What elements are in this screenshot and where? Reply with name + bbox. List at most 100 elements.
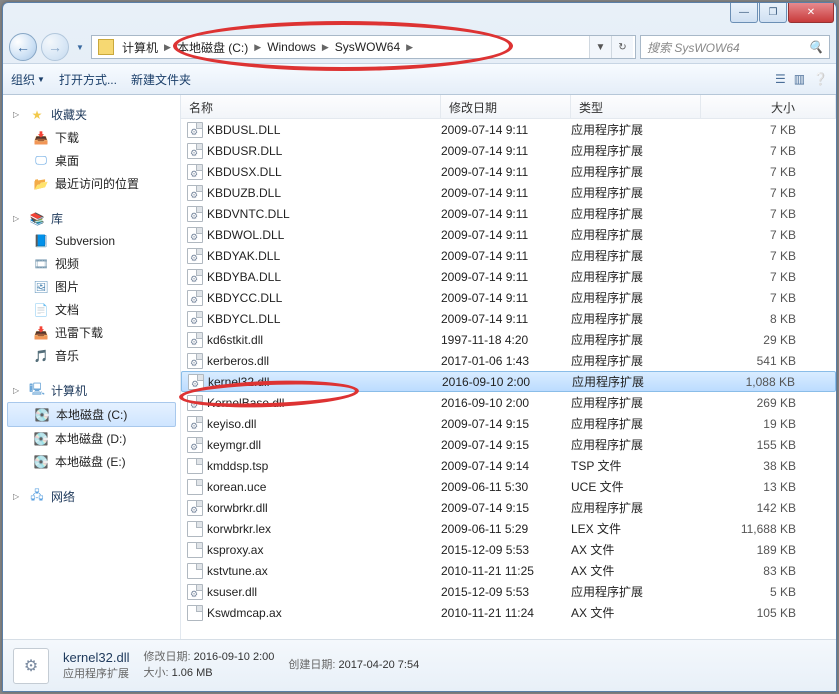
sidebar-item[interactable]: 📂最近访问的位置: [3, 172, 180, 195]
open-with-button[interactable]: 打开方式...: [59, 71, 117, 88]
address-dropdown-button[interactable]: ▼: [589, 36, 611, 58]
sidebar-item[interactable]: 💽本地磁盘 (D:): [3, 427, 180, 450]
sidebar-group-网络[interactable]: ▷🖧网络: [3, 485, 180, 508]
column-size[interactable]: 大小: [701, 95, 836, 118]
file-type: 应用程序扩展: [572, 373, 702, 390]
address-bar[interactable]: 计算机 ▶ 本地磁盘 (C:) ▶ Windows ▶ SysWOW64 ▶ ▼…: [91, 35, 636, 59]
file-row[interactable]: keymgr.dll2009-07-14 9:15应用程序扩展155 KB: [181, 434, 836, 455]
file-row[interactable]: KBDYCC.DLL2009-07-14 9:11应用程序扩展7 KB: [181, 287, 836, 308]
file-type: AX 文件: [571, 604, 701, 621]
file-type: TSP 文件: [571, 457, 701, 474]
sidebar-item[interactable]: 📘Subversion: [3, 230, 180, 252]
file-name: KBDUSL.DLL: [207, 123, 280, 137]
file-row[interactable]: KBDUSR.DLL2009-07-14 9:11应用程序扩展7 KB: [181, 140, 836, 161]
file-row[interactable]: KBDVNTC.DLL2009-07-14 9:11应用程序扩展7 KB: [181, 203, 836, 224]
file-type: 应用程序扩展: [571, 289, 701, 306]
breadcrumb-sep-icon[interactable]: ▶: [162, 42, 173, 53]
column-type[interactable]: 类型: [571, 95, 701, 118]
breadcrumb-sep-icon[interactable]: ▶: [252, 42, 263, 53]
folder-icon: [98, 39, 114, 55]
sidebar-item[interactable]: 📄文档: [3, 298, 180, 321]
file-date: 2009-07-14 9:11: [441, 144, 571, 158]
file-row[interactable]: kmddsp.tsp2009-07-14 9:14TSP 文件38 KB: [181, 455, 836, 476]
sidebar-item[interactable]: 💽本地磁盘 (C:): [7, 402, 176, 427]
sidebar-item[interactable]: 📥迅雷下载: [3, 321, 180, 344]
file-date: 2009-06-11 5:29: [441, 522, 571, 536]
file-icon: [187, 521, 203, 537]
file-row[interactable]: ksuser.dll2015-12-09 5:53应用程序扩展5 KB: [181, 581, 836, 602]
column-name[interactable]: 名称: [181, 95, 441, 118]
file-name: KBDYCL.DLL: [207, 312, 280, 326]
file-name: keymgr.dll: [207, 438, 261, 452]
sidebar-group-计算机[interactable]: ▷🖳计算机: [3, 379, 180, 402]
file-icon: [187, 479, 203, 495]
help-button[interactable]: ❔: [813, 72, 828, 86]
nav-back-button[interactable]: ←: [9, 33, 37, 61]
file-date: 2009-07-14 9:11: [441, 291, 571, 305]
nav-forward-button[interactable]: →: [41, 33, 69, 61]
sidebar-item[interactable]: 🖵桌面: [3, 149, 180, 172]
file-row[interactable]: KBDYBA.DLL2009-07-14 9:11应用程序扩展7 KB: [181, 266, 836, 287]
file-size: 83 KB: [701, 564, 836, 578]
organize-button[interactable]: 组织▼: [11, 71, 45, 88]
file-row[interactable]: KBDUSX.DLL2009-07-14 9:11应用程序扩展7 KB: [181, 161, 836, 182]
preview-pane-button[interactable]: ▥: [794, 72, 805, 86]
file-row[interactable]: KBDWOL.DLL2009-07-14 9:11应用程序扩展7 KB: [181, 224, 836, 245]
file-type: 应用程序扩展: [571, 310, 701, 327]
details-pane: ⚙ kernel32.dll 应用程序扩展 修改日期: 2016-09-10 2…: [3, 639, 836, 691]
file-row[interactable]: keyiso.dll2009-07-14 9:15应用程序扩展19 KB: [181, 413, 836, 434]
file-size: 1,088 KB: [702, 375, 835, 389]
file-name: KBDYBA.DLL: [207, 270, 281, 284]
minimize-button[interactable]: —: [730, 3, 758, 23]
file-date: 2010-11-21 11:24: [441, 606, 571, 620]
nav-history-dropdown[interactable]: ▼: [73, 37, 87, 57]
file-row[interactable]: korwbrkr.lex2009-06-11 5:29LEX 文件11,688 …: [181, 518, 836, 539]
refresh-button[interactable]: ↻: [611, 36, 633, 58]
file-row[interactable]: KBDYCL.DLL2009-07-14 9:11应用程序扩展8 KB: [181, 308, 836, 329]
file-name: kerberos.dll: [207, 354, 269, 368]
file-row[interactable]: kernel32.dll2016-09-10 2:00应用程序扩展1,088 K…: [181, 371, 836, 392]
file-size: 155 KB: [701, 438, 836, 452]
sidebar-item[interactable]: 💽本地磁盘 (E:): [3, 450, 180, 473]
file-row[interactable]: KernelBase.dll2016-09-10 2:00应用程序扩展269 K…: [181, 392, 836, 413]
file-date: 2015-12-09 5:53: [441, 543, 571, 557]
file-row[interactable]: korwbrkr.dll2009-07-14 9:15应用程序扩展142 KB: [181, 497, 836, 518]
file-icon: [187, 206, 203, 222]
maximize-button[interactable]: ❐: [759, 3, 787, 23]
search-input[interactable]: 搜索 SysWOW64 🔍: [640, 35, 830, 59]
file-list[interactable]: KBDUSL.DLL2009-07-14 9:11应用程序扩展7 KBKBDUS…: [181, 119, 836, 639]
file-row[interactable]: ksproxy.ax2015-12-09 5:53AX 文件189 KB: [181, 539, 836, 560]
file-row[interactable]: kd6stkit.dll1997-11-18 4:20应用程序扩展29 KB: [181, 329, 836, 350]
view-mode-button[interactable]: ☰: [775, 72, 786, 86]
file-row[interactable]: Kswdmcap.ax2010-11-21 11:24AX 文件105 KB: [181, 602, 836, 623]
file-row[interactable]: korean.uce2009-06-11 5:30UCE 文件13 KB: [181, 476, 836, 497]
file-size: 7 KB: [701, 165, 836, 179]
sidebar-group-库[interactable]: ▷📚库: [3, 207, 180, 230]
file-row[interactable]: KBDUZB.DLL2009-07-14 9:11应用程序扩展7 KB: [181, 182, 836, 203]
file-size: 19 KB: [701, 417, 836, 431]
file-row[interactable]: kstvtune.ax2010-11-21 11:25AX 文件83 KB: [181, 560, 836, 581]
file-row[interactable]: KBDYAK.DLL2009-07-14 9:11应用程序扩展7 KB: [181, 245, 836, 266]
breadcrumb-item[interactable]: Windows: [263, 40, 320, 54]
breadcrumb-item[interactable]: 本地磁盘 (C:): [173, 39, 252, 56]
breadcrumb-sep-icon[interactable]: ▶: [404, 42, 415, 53]
file-icon: [187, 332, 203, 348]
breadcrumb-item[interactable]: SysWOW64: [331, 40, 404, 54]
file-icon: [187, 437, 203, 453]
sidebar-group-收藏夹[interactable]: ▷★收藏夹: [3, 103, 180, 126]
file-size: 7 KB: [701, 249, 836, 263]
column-date[interactable]: 修改日期: [441, 95, 571, 118]
close-button[interactable]: ✕: [788, 3, 834, 23]
file-row[interactable]: KBDUSL.DLL2009-07-14 9:11应用程序扩展7 KB: [181, 119, 836, 140]
sidebar-item[interactable]: 📥下载: [3, 126, 180, 149]
new-folder-button[interactable]: 新建文件夹: [131, 71, 191, 88]
sidebar-item[interactable]: 🖼图片: [3, 275, 180, 298]
file-row[interactable]: kerberos.dll2017-01-06 1:43应用程序扩展541 KB: [181, 350, 836, 371]
file-type: 应用程序扩展: [571, 184, 701, 201]
sidebar-item[interactable]: 🎵音乐: [3, 344, 180, 367]
file-date: 2009-07-14 9:11: [441, 228, 571, 242]
sidebar-item[interactable]: 🎞视频: [3, 252, 180, 275]
file-type: 应用程序扩展: [571, 163, 701, 180]
breadcrumb-sep-icon[interactable]: ▶: [320, 42, 331, 53]
breadcrumb-item[interactable]: 计算机: [118, 39, 162, 56]
